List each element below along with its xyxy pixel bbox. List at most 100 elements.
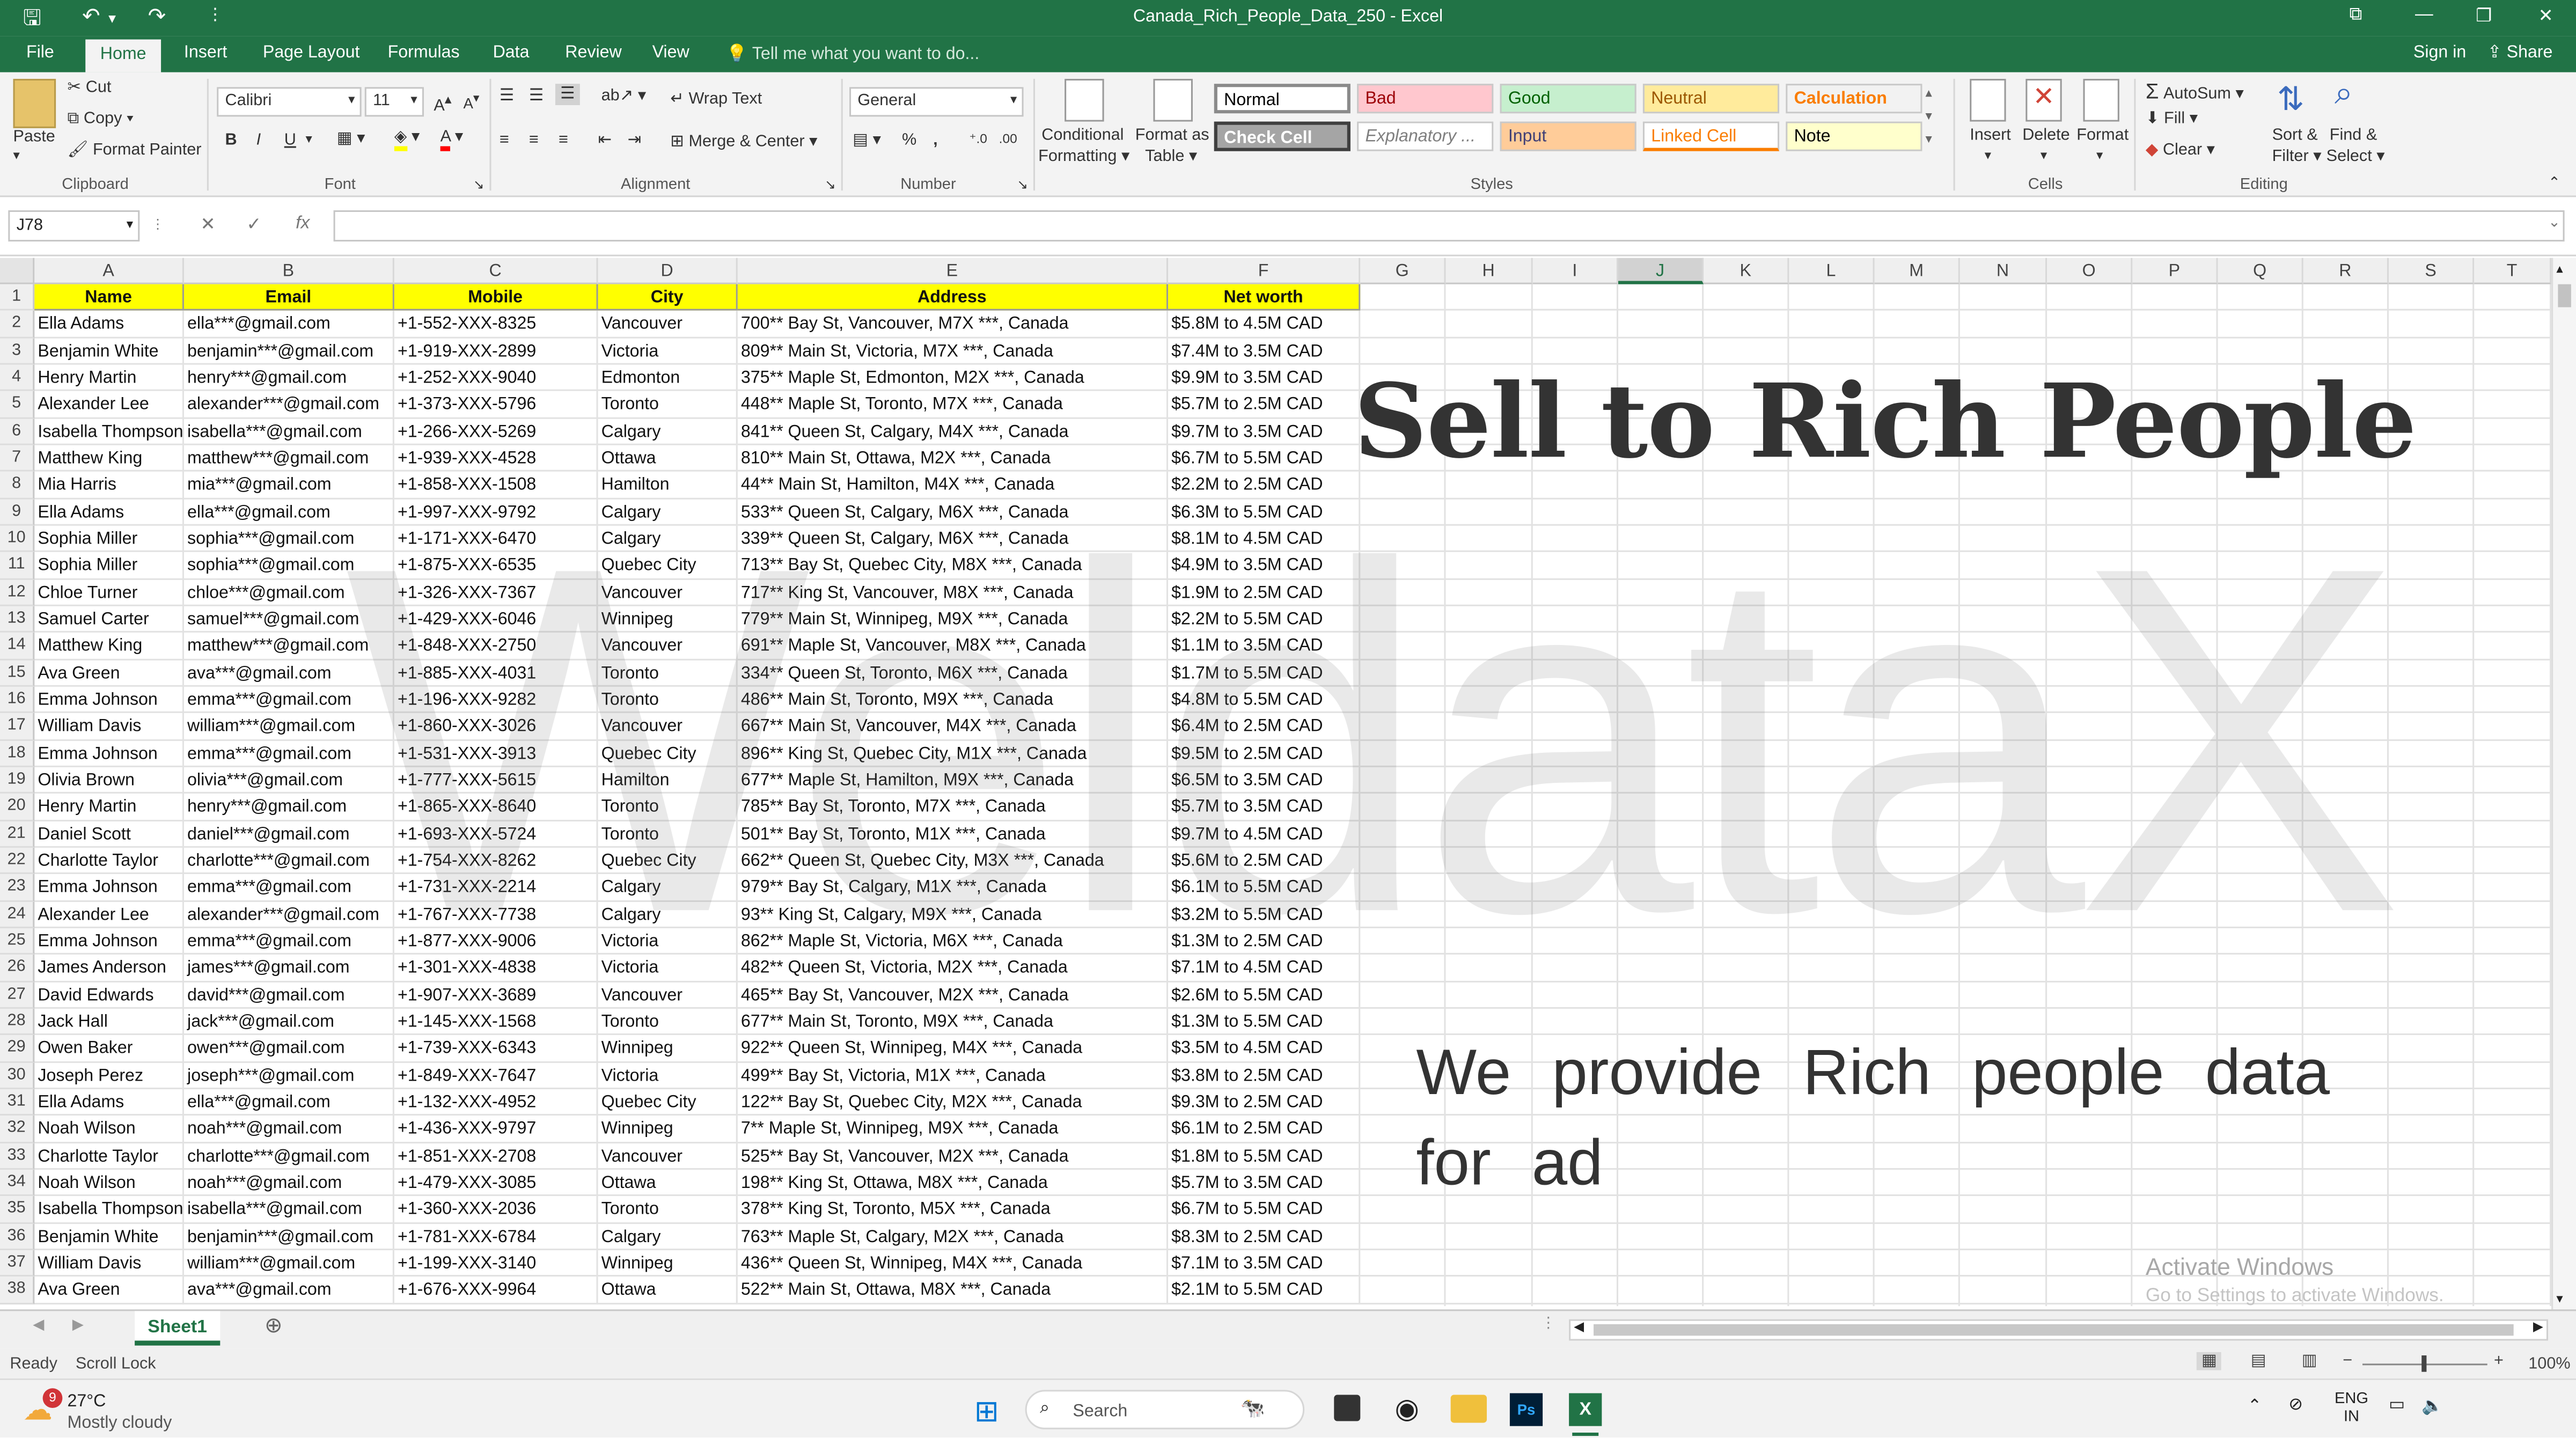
orientation-icon[interactable]: ab↗ ▾ — [601, 87, 647, 105]
increase-font-icon[interactable]: A▴ — [434, 90, 451, 115]
header-cell[interactable]: Email — [184, 284, 394, 311]
insert-function-icon[interactable]: fx — [296, 214, 310, 233]
row-header[interactable]: 27 — [0, 981, 35, 1009]
column-header-n[interactable]: N — [1959, 258, 2047, 284]
add-sheet-icon[interactable]: ⊕ — [265, 1312, 282, 1339]
data-cell[interactable]: Ella Adams — [34, 311, 184, 338]
data-cell[interactable]: Samuel Carter — [34, 606, 184, 633]
horizontal-scrollbar[interactable]: ◀ ▶ — [1569, 1319, 2549, 1341]
row-header[interactable]: 13 — [0, 606, 35, 633]
cancel-formula-icon[interactable]: ✕ — [201, 214, 216, 235]
row-header[interactable]: 26 — [0, 955, 35, 982]
data-cell[interactable]: henry***@gmail.com — [184, 364, 394, 392]
insert-cells-icon[interactable] — [1970, 78, 2006, 122]
data-cell[interactable]: isabella***@gmail.com — [184, 1196, 394, 1223]
data-cell[interactable]: Emma Johnson — [34, 686, 184, 714]
tab-file[interactable]: File — [26, 43, 54, 63]
font-size-select[interactable]: 11 ▾ — [364, 87, 424, 117]
weather-temp[interactable]: 27°C — [68, 1391, 106, 1411]
tab-data[interactable]: Data — [493, 43, 530, 63]
data-cell[interactable]: Benjamin White — [34, 1223, 184, 1250]
next-sheet-icon[interactable]: ▶ — [72, 1316, 84, 1334]
formula-bar-handle-icon[interactable]: ⋮ — [151, 217, 164, 232]
row-header[interactable]: 4 — [0, 364, 35, 392]
data-cell[interactable]: Emma Johnson — [34, 928, 184, 955]
column-header-e[interactable]: E — [737, 258, 1169, 284]
data-cell[interactable]: Henry Martin — [34, 794, 184, 821]
cell-style-note[interactable]: Note — [1786, 121, 1922, 151]
middle-align-icon[interactable]: ☰ — [529, 87, 544, 105]
row-header[interactable]: 29 — [0, 1035, 35, 1062]
row-header[interactable]: 16 — [0, 686, 35, 714]
row-header[interactable]: 28 — [0, 1008, 35, 1036]
cell-style-check-cell[interactable]: Check Cell — [1214, 121, 1351, 151]
data-cell[interactable]: 448** Maple St, Toronto, M7X ***, Canada — [737, 391, 1169, 419]
tab-insert[interactable]: Insert — [184, 43, 227, 63]
align-center-icon[interactable]: ≡ — [529, 131, 539, 150]
data-cell[interactable]: Ella Adams — [34, 498, 184, 526]
data-cell[interactable]: Isabella Thompson — [34, 418, 184, 445]
sheet-tab-sheet1[interactable]: Sheet1 — [135, 1311, 221, 1346]
data-cell[interactable]: Matthew King — [34, 445, 184, 472]
data-cell[interactable]: 525** Bay St, Vancouver, M2X ***, Canada — [737, 1142, 1169, 1170]
currency-icon[interactable]: ▤ ▾ — [853, 131, 881, 150]
column-header-c[interactable]: C — [394, 258, 598, 284]
data-cell[interactable]: $7.4M to 3.5M CAD — [1168, 338, 1361, 365]
find-select-button[interactable]: Find & — [2330, 127, 2377, 145]
data-cell[interactable]: Benjamin White — [34, 338, 184, 365]
styles-scroll-icon[interactable]: ▴ ▾ ▾ — [1926, 82, 1932, 151]
row-header[interactable]: 20 — [0, 794, 35, 821]
data-cell[interactable]: 809** Main St, Victoria, M7X ***, Canada — [737, 338, 1169, 365]
data-cell[interactable]: Emma Johnson — [34, 740, 184, 767]
data-cell[interactable]: +1-676-XXX-9964 — [394, 1276, 598, 1304]
column-header-l[interactable]: L — [1789, 258, 1875, 284]
column-header-i[interactable]: I — [1532, 258, 1618, 284]
increase-indent-icon[interactable]: ⇥ — [628, 131, 642, 150]
data-cell[interactable]: $5.8M to 4.5M CAD — [1168, 311, 1361, 338]
cell-style-good[interactable]: Good — [1500, 84, 1636, 114]
data-cell[interactable]: Toronto — [598, 1196, 738, 1223]
format-dropdown-icon[interactable]: ▾ — [2096, 148, 2103, 163]
row-header[interactable]: 5 — [0, 391, 35, 419]
expand-formula-bar-icon[interactable]: ⌄ — [2548, 214, 2560, 232]
data-cell[interactable]: Toronto — [598, 391, 738, 419]
display-icon[interactable]: ▭ — [2389, 1395, 2405, 1415]
row-header[interactable]: 11 — [0, 552, 35, 579]
data-cell[interactable]: Vancouver — [598, 311, 738, 338]
underline-dropdown-icon[interactable]: ▾ — [306, 131, 312, 146]
data-cell[interactable]: $3.8M to 2.5M CAD — [1168, 1062, 1361, 1089]
data-cell[interactable]: Ava Green — [34, 1276, 184, 1304]
column-header-b[interactable]: B — [184, 258, 394, 284]
data-cell[interactable]: 841** Queen St, Calgary, M4X ***, Canada — [737, 418, 1169, 445]
row-header[interactable]: 38 — [0, 1276, 35, 1304]
row-header[interactable]: 31 — [0, 1089, 35, 1116]
copy-button[interactable]: ⧉ Copy ▾ — [68, 110, 134, 128]
weather-condition[interactable]: Mostly cloudy — [68, 1413, 172, 1433]
cell-style-linked-cell[interactable]: Linked Cell — [1642, 121, 1780, 151]
data-cell[interactable]: 122** Bay St, Quebec City, M2X ***, Cana… — [737, 1089, 1169, 1116]
format-as-table-button[interactable]: Format as — [1135, 127, 1209, 145]
normal-view-icon[interactable]: ▦ — [2196, 1352, 2222, 1370]
row-header[interactable]: 18 — [0, 740, 35, 767]
data-cell[interactable]: Charlotte Taylor — [34, 1142, 184, 1170]
data-cell[interactable]: Victoria — [598, 338, 738, 365]
row-header[interactable]: 2 — [0, 311, 35, 338]
format-as-table-icon[interactable] — [1153, 78, 1193, 122]
cut-button[interactable]: ✂ Cut — [68, 79, 112, 97]
data-cell[interactable]: ella***@gmail.com — [184, 311, 394, 338]
delete-dropdown-icon[interactable]: ▾ — [2041, 148, 2047, 163]
data-cell[interactable]: Alexander Lee — [34, 391, 184, 419]
data-cell[interactable]: Calgary — [598, 418, 738, 445]
data-cell[interactable]: $9.3M to 2.5M CAD — [1168, 1089, 1361, 1116]
data-cell[interactable]: Alexander Lee — [34, 901, 184, 928]
header-cell[interactable]: Net worth — [1168, 284, 1361, 311]
data-cell[interactable]: Jack Hall — [34, 1008, 184, 1036]
data-cell[interactable]: +1-360-XXX-2036 — [394, 1196, 598, 1223]
column-header-j[interactable]: J — [1618, 258, 1704, 284]
tab-page-layout[interactable]: Page Layout — [263, 43, 360, 63]
row-header[interactable]: 17 — [0, 713, 35, 740]
data-cell[interactable]: Winnipeg — [598, 1035, 738, 1062]
column-header-s[interactable]: S — [2389, 258, 2475, 284]
data-cell[interactable]: Joseph Perez — [34, 1062, 184, 1089]
bottom-align-icon[interactable]: ☰ — [555, 84, 580, 105]
